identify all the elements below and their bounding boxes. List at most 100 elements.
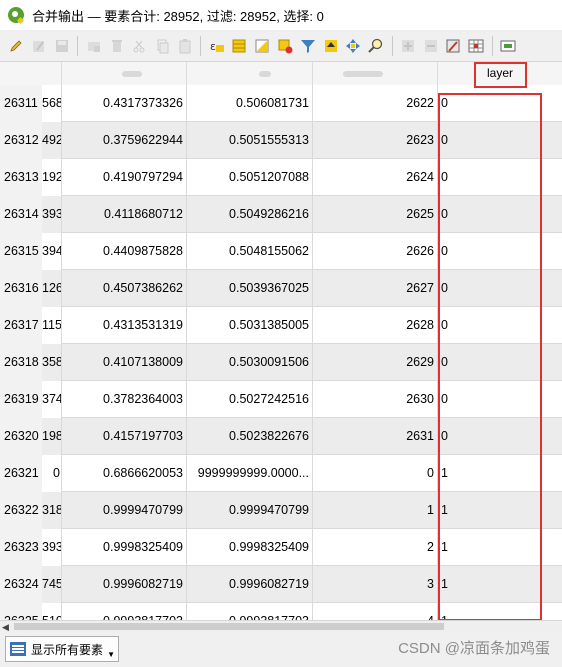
save-icon[interactable] <box>54 38 70 54</box>
cell-col-1[interactable]: 0.4507386262 <box>62 270 187 307</box>
row-id-cell[interactable]: 26318 358 <box>0 344 62 381</box>
row-id-cell[interactable]: 26314 393 <box>0 196 62 233</box>
cell-col-2[interactable]: 0.5027242516 <box>187 381 313 418</box>
invert-select-icon[interactable] <box>254 38 270 54</box>
cell-col-3[interactable]: 3 <box>313 566 438 603</box>
move-top-icon[interactable] <box>323 38 339 54</box>
cell-col-1[interactable]: 0.9998325409 <box>62 529 187 566</box>
row-id-cell[interactable]: 26320 198 <box>0 418 62 455</box>
cell-col-3[interactable]: 2626 <box>313 233 438 270</box>
copy-icon[interactable] <box>154 38 170 54</box>
row-field-value: 393 <box>42 529 61 566</box>
scrollbar-thumb[interactable] <box>14 623 444 630</box>
row-id-cell[interactable]: 26316 126 <box>0 270 62 307</box>
row-id-cell[interactable]: 26322 318 <box>0 492 62 529</box>
cell-col-3-value: 2622 <box>406 96 434 110</box>
cell-col-1[interactable]: 0.4190797294 <box>62 159 187 196</box>
row-id-cell[interactable]: 26319 374 <box>0 381 62 418</box>
cell-col-2-value: 0.506081731 <box>236 96 309 110</box>
dropdown-arrow-icon[interactable]: ▼ <box>107 650 115 659</box>
reload-icon[interactable] <box>86 38 102 54</box>
cell-col-1[interactable]: 0.4157197703 <box>62 418 187 455</box>
cell-col-2[interactable]: 0.5023822676 <box>187 418 313 455</box>
cell-col-1-value: 0.4118680712 <box>103 207 183 221</box>
pan-icon[interactable] <box>345 38 361 54</box>
cell-col-3[interactable]: 1 <box>313 492 438 529</box>
filter-icon[interactable] <box>300 38 316 54</box>
cell-col-1[interactable]: 0.9999470799 <box>62 492 187 529</box>
cell-col-1[interactable]: 0.3782364003 <box>62 381 187 418</box>
zoom-icon[interactable] <box>368 38 384 54</box>
cell-col-2[interactable]: 0.9993817703 <box>187 603 313 620</box>
field-calculator-icon[interactable] <box>445 38 461 54</box>
cell-col-3[interactable]: 2627 <box>313 270 438 307</box>
multi-edit-icon[interactable] <box>31 38 47 54</box>
select-all-icon[interactable] <box>231 38 247 54</box>
cell-col-3[interactable]: 2622 <box>313 85 438 122</box>
cell-col-1[interactable]: 0.6866620053 <box>62 455 187 492</box>
cell-col-1-value: 0.4157197703 <box>103 429 183 443</box>
row-id-cell[interactable]: 26321 0 <box>0 455 62 492</box>
cell-col-3[interactable]: 2631 <box>313 418 438 455</box>
row-id: 26318 <box>4 355 39 369</box>
cell-col-1[interactable]: 0.9996082719 <box>62 566 187 603</box>
header-col-3[interactable] <box>313 62 438 85</box>
new-field-icon[interactable] <box>400 38 416 54</box>
cell-col-2[interactable]: 0.5030091506 <box>187 344 313 381</box>
cell-col-2[interactable]: 0.5049286216 <box>187 196 313 233</box>
row-id-cell[interactable]: 26317 115 <box>0 307 62 344</box>
paste-icon[interactable] <box>177 38 193 54</box>
cell-col-2[interactable]: 0.5051555313 <box>187 122 313 159</box>
cell-col-2[interactable]: 0.5031385005 <box>187 307 313 344</box>
row-id-cell[interactable]: 26311 568 <box>0 85 62 122</box>
row-id-cell[interactable]: 26324 745 <box>0 566 62 603</box>
cell-col-2[interactable]: 0.9996082719 <box>187 566 313 603</box>
cell-col-1[interactable]: 0.4409875828 <box>62 233 187 270</box>
cell-col-1[interactable]: 0.9993817703 <box>62 603 187 620</box>
cell-col-1[interactable]: 0.3759622944 <box>62 122 187 159</box>
header-col-2[interactable] <box>187 62 313 85</box>
row-id-cell[interactable]: 26325510 <box>0 603 62 620</box>
cell-col-2[interactable]: 9999999999.0000... <box>187 455 313 492</box>
table-icon <box>10 642 26 656</box>
cell-col-2[interactable]: 0.9998325409 <box>187 529 313 566</box>
cell-col-3[interactable]: 2628 <box>313 307 438 344</box>
cell-col-1[interactable]: 0.4313531319 <box>62 307 187 344</box>
cell-col-3[interactable]: 2 <box>313 529 438 566</box>
cell-col-2[interactable]: 0.5051207088 <box>187 159 313 196</box>
cell-col-3-value: 2 <box>427 540 434 554</box>
expression-select-icon[interactable]: ε <box>209 38 225 54</box>
delete-icon[interactable] <box>109 38 125 54</box>
row-id-cell[interactable]: 26315 394 <box>0 233 62 270</box>
dock-icon[interactable] <box>500 38 516 54</box>
cell-col-3[interactable]: 0 <box>313 455 438 492</box>
cell-col-1[interactable]: 0.4107138009 <box>62 344 187 381</box>
header-rowid[interactable] <box>0 62 62 85</box>
cell-col-1-value: 0.4507386262 <box>103 281 183 295</box>
cut-icon[interactable] <box>131 38 147 54</box>
conditional-format-icon[interactable] <box>468 38 484 54</box>
cell-col-3[interactable]: 2629 <box>313 344 438 381</box>
cell-col-3[interactable]: 2630 <box>313 381 438 418</box>
show-all-features-button[interactable]: 显示所有要素 ▼ <box>5 636 119 662</box>
cell-col-2[interactable]: 0.9999470799 <box>187 492 313 529</box>
cell-col-3[interactable]: 4 <box>313 603 438 620</box>
row-id-cell[interactable]: 26312 492 <box>0 122 62 159</box>
row-id-cell[interactable]: 26323 393 <box>0 529 62 566</box>
cell-col-1[interactable]: 0.4118680712 <box>62 196 187 233</box>
cell-col-3[interactable]: 2623 <box>313 122 438 159</box>
delete-field-icon[interactable] <box>423 38 439 54</box>
window-title: 合并输出 — 要素合计: 28952, 过滤: 28952, 选择: 0 <box>32 8 324 24</box>
row-id-cell[interactable]: 26313 192 <box>0 159 62 196</box>
deselect-icon[interactable] <box>277 38 293 54</box>
cell-col-3-value: 2630 <box>406 392 434 406</box>
cell-col-3[interactable]: 2625 <box>313 196 438 233</box>
cell-col-3[interactable]: 2624 <box>313 159 438 196</box>
header-col-1[interactable] <box>62 62 187 85</box>
edit-pencil-icon[interactable] <box>8 38 24 54</box>
cell-col-2[interactable]: 0.5048155062 <box>187 233 313 270</box>
cell-col-2[interactable]: 0.506081731 <box>187 85 313 122</box>
cell-col-2[interactable]: 0.5039367025 <box>187 270 313 307</box>
row-field-value: 374 <box>42 381 61 418</box>
cell-col-1[interactable]: 0.4317373326 <box>62 85 187 122</box>
